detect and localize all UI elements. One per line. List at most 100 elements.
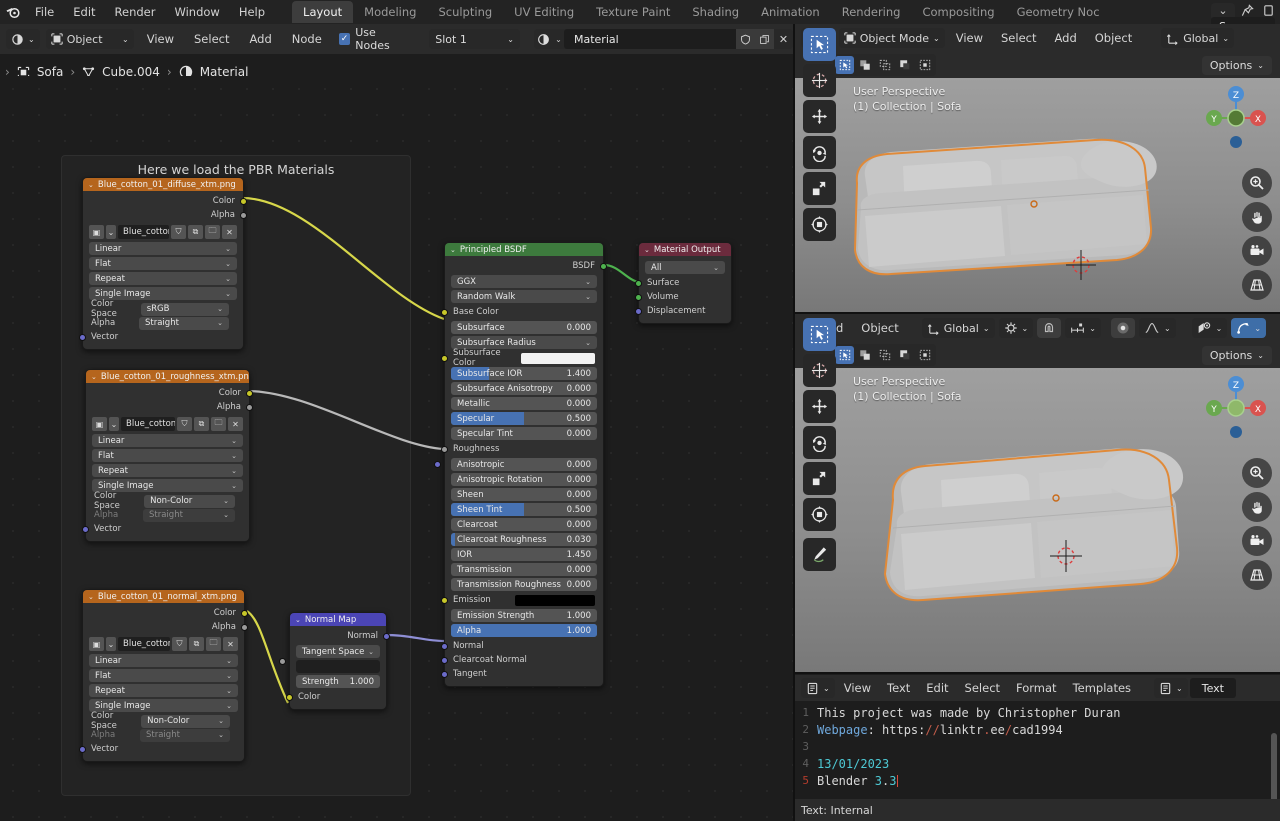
projection-dropdown[interactable]: Flat ⌄ xyxy=(89,257,237,270)
image-name[interactable]: Blue_cotton_01_no.. xyxy=(118,637,170,651)
extension-dropdown[interactable]: Repeat ⌄ xyxy=(92,464,243,477)
tab-rendering[interactable]: Rendering xyxy=(831,1,912,23)
text-datablock-selector[interactable]: ⌄ xyxy=(1154,678,1188,698)
navigation-gizmo-top[interactable]: Z Y X xyxy=(1200,82,1272,154)
viewport-top-canvas[interactable]: User Perspective (1) Collection | Sofa Z… xyxy=(795,78,1280,312)
node-header[interactable]: ⌄ Normal Map xyxy=(290,613,386,626)
tab-compositing[interactable]: Compositing xyxy=(911,1,1005,23)
menu-add[interactable]: Add xyxy=(242,32,278,46)
copy-icon[interactable]: ⧉ xyxy=(189,637,204,651)
cursor-tool-icon[interactable] xyxy=(803,354,836,387)
navigation-gizmo-bottom[interactable]: Z Y X xyxy=(1200,372,1272,444)
select-box-mode-icon[interactable] xyxy=(835,56,854,74)
socket-dot-strength[interactable] xyxy=(279,657,286,665)
bsdf-input-ior[interactable]: IOR 1.450 xyxy=(451,548,597,561)
socket-dot[interactable] xyxy=(441,656,448,664)
menu-help[interactable]: Help xyxy=(230,2,274,22)
socket-dot[interactable] xyxy=(441,596,448,604)
menu-window[interactable]: Window xyxy=(165,2,228,22)
new-scene-icon[interactable] xyxy=(1260,4,1277,20)
socket-dot[interactable] xyxy=(441,670,448,678)
bsdf-input-subsurface-anisotropy[interactable]: Subsurface Anisotropy 0.000 xyxy=(451,382,597,395)
scale-tool-icon[interactable] xyxy=(803,462,836,495)
menu-edit[interactable]: Edit xyxy=(919,681,955,695)
scene-selector[interactable]: ⌄ Scene xyxy=(1211,3,1275,35)
close-icon[interactable]: ✕ xyxy=(222,225,237,239)
copy-icon[interactable] xyxy=(755,29,774,49)
menu-text[interactable]: Text xyxy=(880,681,917,695)
bsdf-input-sheen-tint[interactable]: Sheen Tint 0.500 xyxy=(451,503,597,516)
node-header[interactable]: ⌄ Blue_cotton_01_roughness_xtm.png xyxy=(86,370,249,383)
visibility-selector[interactable]: ⌄ xyxy=(1191,318,1228,338)
tab-geometry-nodes[interactable]: Geometry Noc xyxy=(1006,1,1111,23)
menu-select[interactable]: Select xyxy=(994,31,1043,45)
output-socket-color[interactable]: Color xyxy=(83,606,248,620)
chevron-down-icon[interactable]: ⌄ xyxy=(88,181,94,189)
chevron-down-icon[interactable]: ⌄ xyxy=(295,616,301,624)
bsdf-input-emission-strength[interactable]: Emission Strength 1.000 xyxy=(451,609,597,622)
bsdf-input-anisotropic[interactable]: Anisotropic 0.000 xyxy=(451,458,597,471)
viewport-options-button[interactable]: Options ⌄ xyxy=(1201,55,1272,75)
projection-dropdown[interactable]: Flat ⌄ xyxy=(89,669,238,682)
bsdf-input-subsurface-ior[interactable]: Subsurface IOR 1.400 xyxy=(451,367,597,380)
input-socket-vector[interactable]: Vector xyxy=(79,330,243,344)
uv-map-field[interactable] xyxy=(296,660,380,673)
interpolation-dropdown[interactable]: Linear ⌄ xyxy=(92,434,243,447)
material-icon[interactable] xyxy=(534,29,553,49)
output-socket-bsdf[interactable]: BSDF xyxy=(445,259,607,273)
tab-uv-editing[interactable]: UV Editing xyxy=(503,1,585,23)
move-tool-icon[interactable] xyxy=(803,390,836,423)
image-name[interactable]: Blue_cotton_01_ro.. xyxy=(121,417,175,431)
object-mode-selector[interactable]: Object Mode ⌄ xyxy=(838,28,945,48)
menu-node[interactable]: Node xyxy=(285,32,329,46)
text-editor-body[interactable]: 1 This project was made by Christopher D… xyxy=(795,701,1280,811)
image-icon[interactable]: ▣ xyxy=(89,637,104,651)
distribution-dropdown[interactable]: GGX ⌄ xyxy=(451,275,597,288)
use-nodes-checkbox[interactable]: ✓ Use Nodes xyxy=(335,26,416,52)
select-box-tool-icon[interactable] xyxy=(803,318,836,351)
select-extend-mode-icon[interactable] xyxy=(855,346,874,364)
menu-file[interactable]: File xyxy=(26,2,63,22)
socket-dot-bsdf[interactable] xyxy=(600,262,607,270)
target-dropdown[interactable]: All ⌄ xyxy=(645,261,725,274)
node-canvas[interactable]: Here we load the PBR Materials ⌄ Blue_co… xyxy=(0,76,793,821)
tab-layout[interactable]: Layout xyxy=(292,1,354,23)
input-socket-surface[interactable]: Surface xyxy=(635,276,731,290)
select-intersect-mode-icon[interactable] xyxy=(915,56,934,74)
socket-dot-vector[interactable] xyxy=(79,333,86,341)
subsurface-method-dropdown[interactable]: Random Walk ⌄ xyxy=(451,290,597,303)
color-space-dropdown[interactable]: Non-Color ⌄ xyxy=(141,714,230,728)
transform-tool-icon[interactable] xyxy=(803,498,836,531)
falloff-selector[interactable]: ⌄ xyxy=(1138,318,1176,338)
socket-dot-color[interactable] xyxy=(241,609,248,617)
socket-dot[interactable] xyxy=(441,308,448,316)
socket-dot[interactable] xyxy=(441,354,448,362)
image-icon[interactable]: ▣ xyxy=(89,225,104,239)
chevron-down-icon[interactable]: ⌄ xyxy=(106,225,116,239)
node-header[interactable]: ⌄ Principled BSDF xyxy=(445,243,603,256)
open-folder-icon[interactable]: 🗀 xyxy=(205,225,220,239)
socket-dot[interactable] xyxy=(441,642,448,650)
menu-view[interactable]: View xyxy=(837,681,878,695)
output-socket-color[interactable]: Color xyxy=(86,386,253,400)
area-divider[interactable] xyxy=(795,672,1280,674)
output-socket-color[interactable]: Color xyxy=(83,194,247,208)
select-box-tool-icon[interactable] xyxy=(803,28,836,61)
socket-dot-vector[interactable] xyxy=(82,525,89,533)
node-header[interactable]: ⌄ Material Output xyxy=(639,243,731,256)
shading-mode-selector[interactable]: Object ⌄ xyxy=(45,29,134,49)
viewport-bottom-canvas[interactable]: User Perspective (1) Collection | Sofa Z… xyxy=(795,368,1280,674)
close-icon[interactable]: ✕ xyxy=(228,417,243,431)
bsdf-input-normal[interactable]: Normal xyxy=(441,639,603,653)
bsdf-input-metallic[interactable]: Metallic 0.000 xyxy=(451,397,597,410)
space-dropdown[interactable]: Tangent Space ⌄ xyxy=(296,645,380,658)
interpolation-dropdown[interactable]: Linear ⌄ xyxy=(89,654,238,667)
transform-orientation-selector[interactable]: Global ⌄ xyxy=(921,318,995,338)
node-principled-bsdf[interactable]: ⌄ Principled BSDF BSDF GGX ⌄ Random Walk… xyxy=(434,242,607,687)
chevron-down-icon[interactable]: ⌄ xyxy=(106,637,116,651)
output-socket-alpha[interactable]: Alpha xyxy=(86,400,253,414)
image-name[interactable]: Blue_cotton_01_dif.. xyxy=(118,225,169,239)
menu-view[interactable]: View xyxy=(949,31,990,45)
tab-modeling[interactable]: Modeling xyxy=(353,1,427,23)
chevron-down-icon[interactable]: ⌄ xyxy=(553,29,564,49)
